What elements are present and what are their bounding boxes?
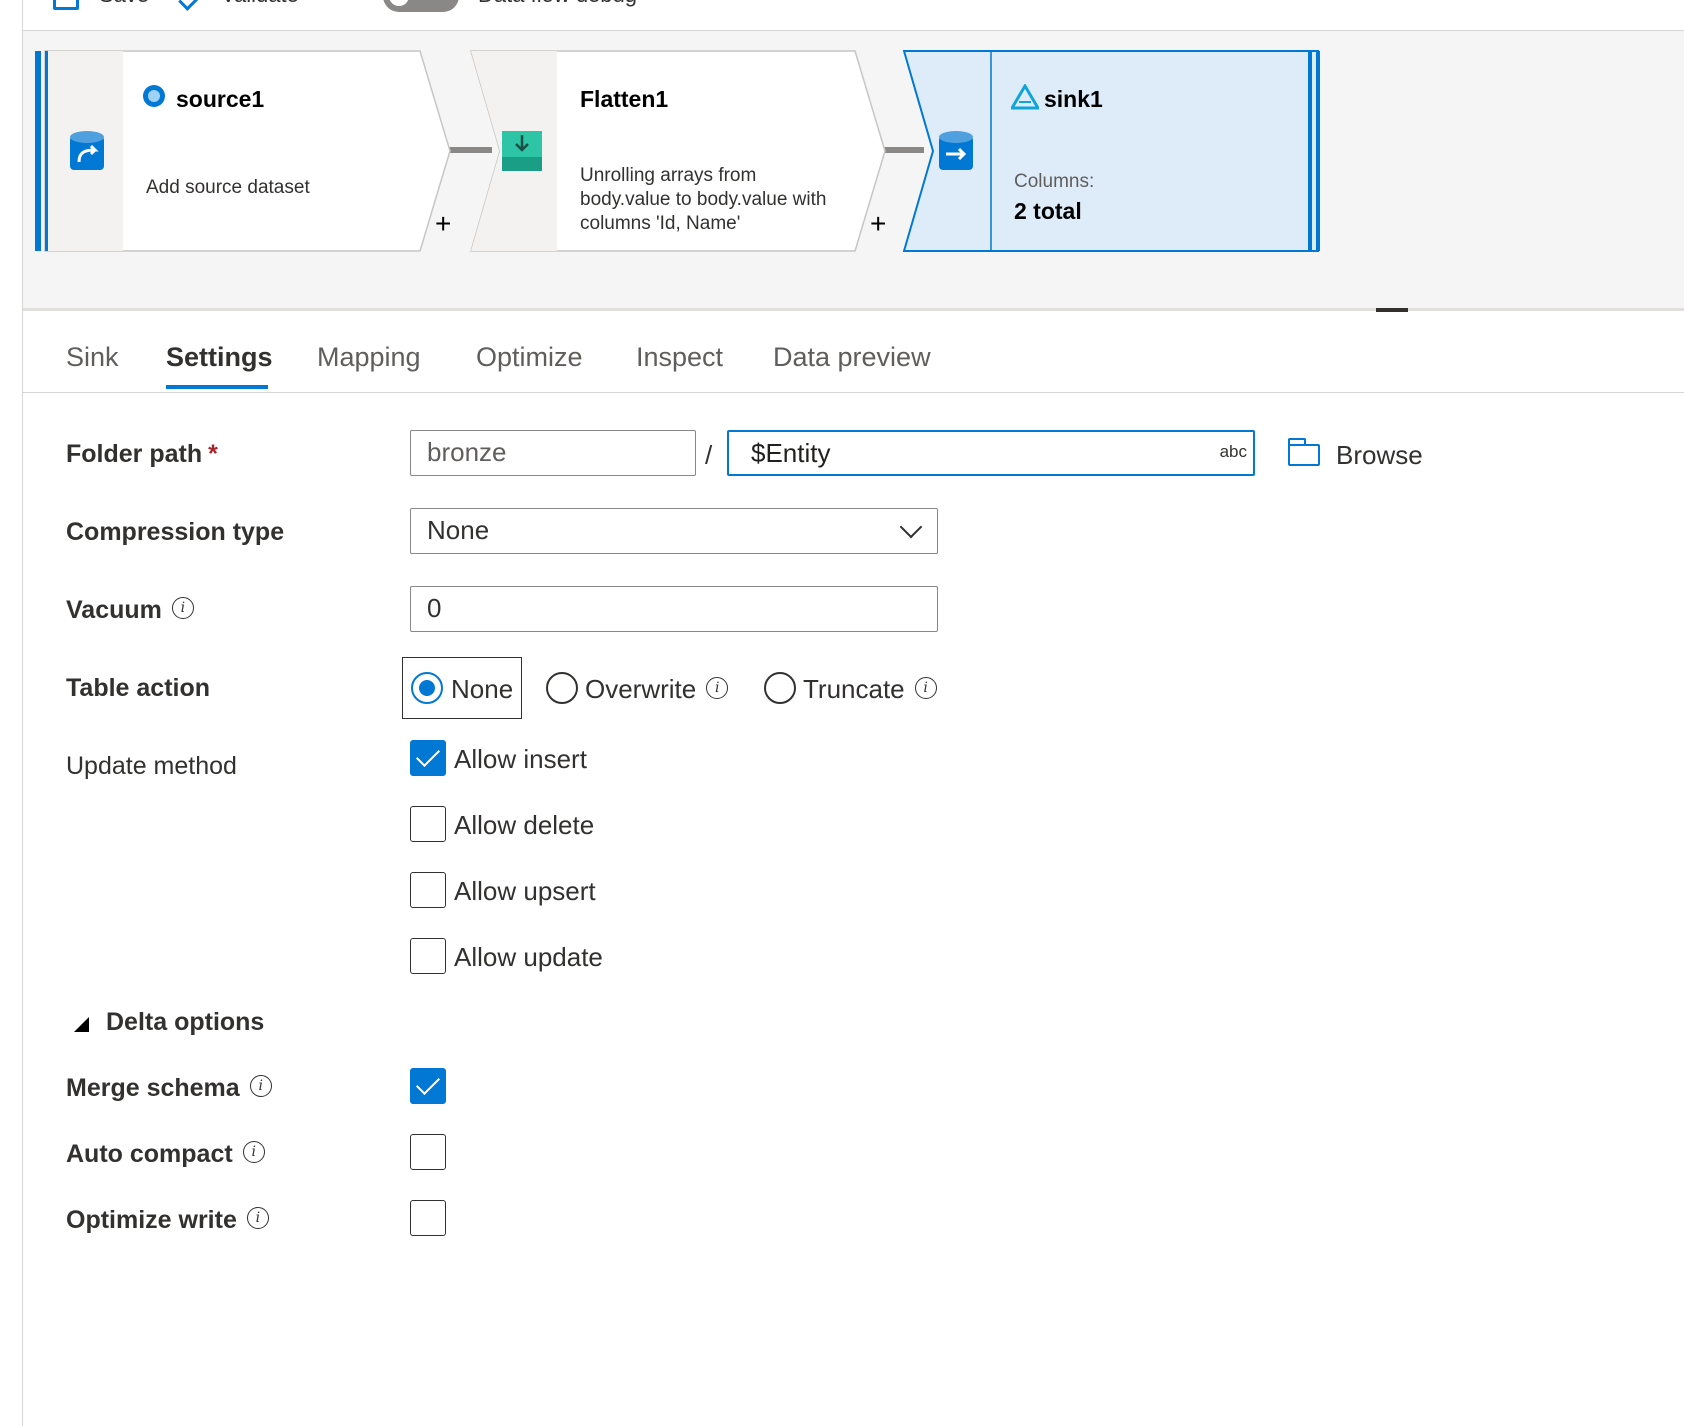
directory-input[interactable]: $Entity abc — [727, 430, 1255, 476]
vacuum-label-text: Vacuum — [66, 596, 162, 624]
vacuum-label: Vacuum i — [66, 596, 194, 625]
flatten-description-line: columns 'Id, Name' — [580, 213, 741, 234]
merge-schema-label-text: Merge schema — [66, 1074, 240, 1102]
auto-compact-checkbox[interactable] — [410, 1134, 446, 1170]
sink-columns-value: 2 total — [1014, 198, 1082, 224]
optimize-write-label: Optimize write i — [66, 1206, 269, 1235]
radio-none[interactable] — [411, 672, 443, 704]
collapse-triangle-icon[interactable] — [74, 1017, 89, 1032]
add-after-source-button[interactable]: + — [435, 208, 451, 240]
directory-input-value: $Entity — [751, 438, 831, 468]
delta-options-header[interactable]: Delta options — [106, 1008, 264, 1037]
info-icon[interactable]: i — [171, 597, 194, 620]
database-sink-icon — [939, 131, 973, 170]
info-icon[interactable]: i — [246, 1207, 269, 1230]
folder-icon[interactable] — [1288, 438, 1320, 466]
container-input[interactable]: bronze — [410, 430, 696, 476]
folder-path-label: Folder path * — [66, 440, 218, 469]
update-method-label: Update method — [66, 752, 237, 780]
tab-sink[interactable]: Sink — [66, 342, 119, 373]
delta-lake-icon — [1011, 84, 1039, 110]
allow-upsert-checkbox[interactable] — [410, 872, 446, 908]
toolbar: Save Validate Data flow debug — [23, 0, 1684, 31]
sink-node[interactable]: sink1 Columns: 2 total — [903, 50, 1323, 252]
canvas-divider — [23, 308, 1684, 311]
compression-type-value: None — [427, 515, 490, 545]
source-subtitle: Add source dataset — [146, 177, 310, 198]
flatten-title: Flatten1 — [580, 86, 669, 112]
vacuum-input[interactable]: 0 — [410, 586, 938, 632]
info-icon[interactable]: i — [249, 1075, 272, 1098]
add-after-flatten-button[interactable]: + — [870, 208, 886, 240]
flatten-description-line: Unrolling arrays from — [580, 165, 757, 186]
auto-compact-label-text: Auto compact — [66, 1140, 233, 1168]
sink-columns-label: Columns: — [1014, 171, 1095, 192]
debug-toggle[interactable] — [383, 0, 459, 12]
tab-mapping[interactable]: Mapping — [317, 342, 421, 373]
compression-type-dropdown[interactable]: None — [410, 508, 938, 554]
radio-truncate-label[interactable]: Truncate i — [803, 674, 937, 705]
toggle-knob — [389, 0, 409, 6]
tab-data-preview[interactable]: Data preview — [773, 342, 931, 373]
info-icon[interactable]: i — [914, 677, 937, 700]
radio-truncate[interactable] — [764, 672, 796, 704]
flatten-icon — [502, 131, 542, 171]
path-separator: / — [705, 440, 713, 470]
flatten-node[interactable]: Flatten1 Unrolling arrays from body.valu… — [470, 50, 890, 252]
allow-delete-checkbox[interactable] — [410, 806, 446, 842]
tab-bar: Sink Settings Mapping Optimize Inspect D… — [23, 312, 1684, 393]
required-marker: * — [208, 440, 218, 468]
source-node[interactable]: source1 Add source dataset + — [35, 50, 455, 252]
save-button[interactable]: Save — [99, 0, 149, 8]
tab-optimize[interactable]: Optimize — [476, 342, 583, 373]
chevron-down-icon — [899, 515, 923, 539]
allow-delete-label[interactable]: Allow delete — [454, 810, 594, 841]
optimize-write-checkbox[interactable] — [410, 1200, 446, 1236]
merge-schema-checkbox[interactable] — [410, 1068, 446, 1104]
tab-settings[interactable]: Settings — [166, 342, 273, 373]
radio-overwrite[interactable] — [546, 672, 578, 704]
validate-button[interactable]: Validate — [221, 0, 299, 8]
flatten-description: Unrolling arrays from body.value to body… — [580, 164, 826, 236]
source-title: source1 — [176, 86, 265, 112]
source-type-icon — [143, 85, 165, 107]
database-source-icon — [70, 131, 104, 170]
expression-type-hint[interactable]: abc — [1220, 432, 1247, 472]
radio-none-label[interactable]: None — [451, 674, 513, 705]
save-icon[interactable] — [53, 0, 79, 10]
allow-update-checkbox[interactable] — [410, 938, 446, 974]
validate-icon[interactable] — [178, 0, 201, 11]
auto-compact-label: Auto compact i — [66, 1140, 265, 1169]
radio-truncate-text: Truncate — [803, 674, 905, 704]
optimize-write-label-text: Optimize write — [66, 1206, 237, 1234]
info-icon[interactable]: i — [242, 1141, 265, 1164]
radio-overwrite-label[interactable]: Overwrite i — [585, 674, 729, 705]
compression-type-label: Compression type — [66, 518, 285, 546]
flatten-description-line: body.value to body.value with — [580, 189, 827, 210]
allow-insert-label[interactable]: Allow insert — [454, 744, 587, 775]
tab-inspect[interactable]: Inspect — [636, 342, 723, 373]
info-icon[interactable]: i — [706, 677, 729, 700]
radio-overwrite-text: Overwrite — [585, 674, 697, 704]
sink-title: sink1 — [1044, 86, 1103, 112]
active-tab-indicator — [166, 385, 268, 389]
debug-label: Data flow debug — [478, 0, 637, 8]
allow-insert-checkbox[interactable] — [410, 740, 446, 776]
allow-upsert-label[interactable]: Allow upsert — [454, 876, 596, 907]
table-action-label: Table action — [66, 674, 211, 702]
allow-update-label[interactable]: Allow update — [454, 942, 603, 973]
merge-schema-label: Merge schema i — [66, 1074, 272, 1103]
folder-path-label-text: Folder path — [66, 440, 203, 468]
browse-button[interactable]: Browse — [1336, 440, 1423, 471]
